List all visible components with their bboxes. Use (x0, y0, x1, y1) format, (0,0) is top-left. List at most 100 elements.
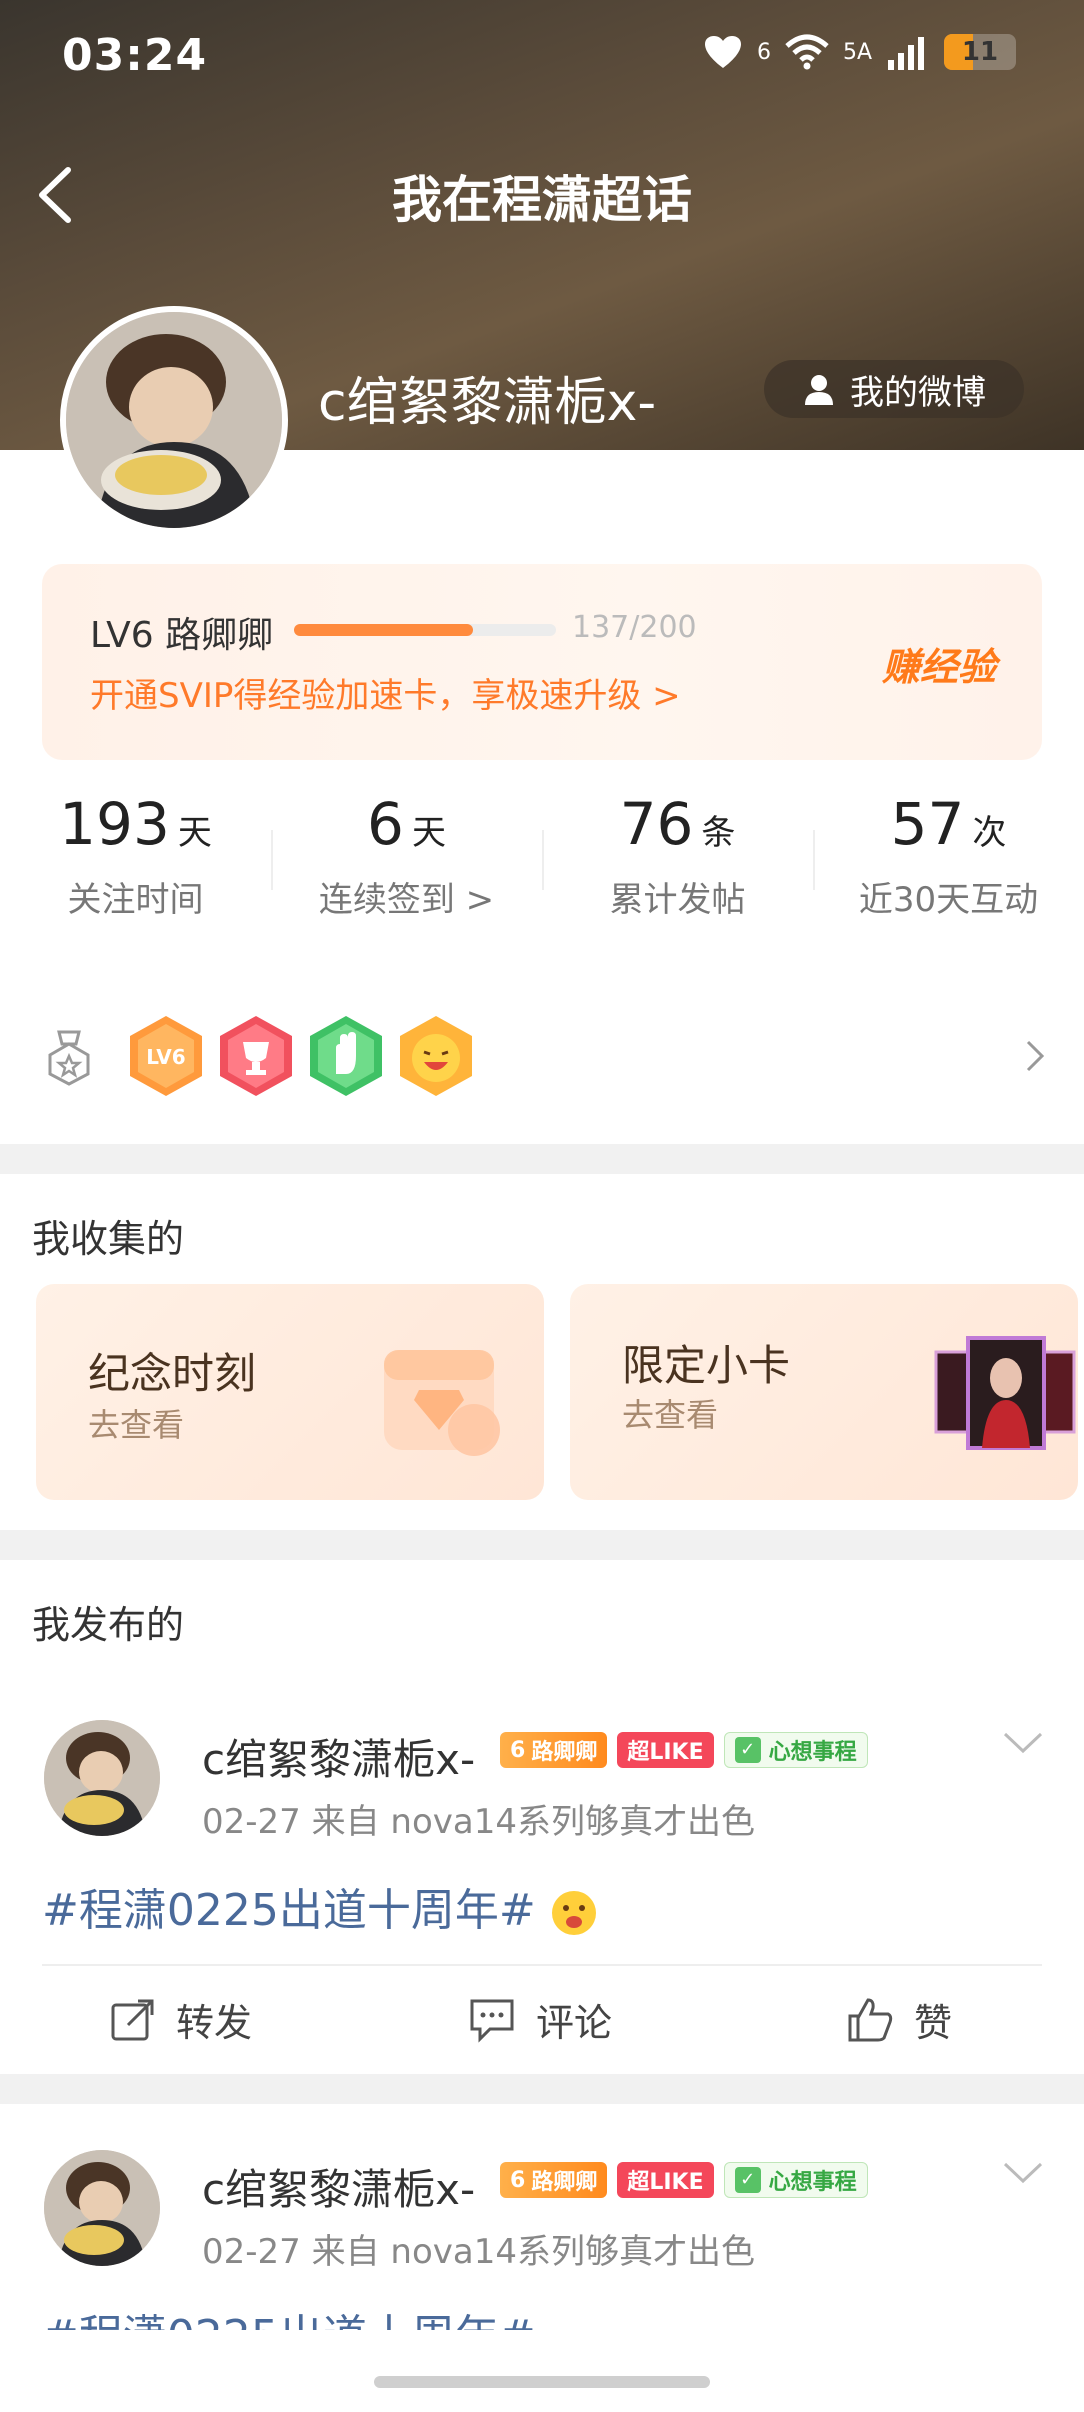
stat-value: 76 (619, 790, 694, 858)
level-badge: 6 路卿卿 (500, 2162, 608, 2198)
level-name: LV6 路卿卿 (90, 615, 274, 656)
post-divider (42, 1964, 1042, 1966)
signal-icon (888, 37, 924, 70)
post-menu-chevron-down-icon[interactable] (1002, 1730, 1044, 1756)
wifi-icon (785, 34, 829, 70)
level-badge-number: 6 (510, 2167, 526, 2193)
collection-card-title: 限定小卡 (622, 1341, 791, 1390)
stat-value: 57 (890, 790, 965, 858)
comment-icon (470, 1999, 514, 2043)
stat-label: 关注时间 (67, 880, 204, 920)
stat-unit: 条 (701, 813, 736, 853)
collections-title: 我收集的 (32, 1217, 185, 1261)
comment-button[interactable]: 评论 (468, 1992, 612, 2047)
page-title: 我在程潇超话 (392, 171, 692, 229)
stat-follow-days: 193 天 关注时间 (0, 790, 271, 940)
collection-card-moments[interactable]: 纪念时刻 去查看 (36, 1284, 544, 1500)
wish-badge: ✓ 心想事程 (723, 2162, 868, 2198)
section-divider (0, 2074, 1084, 2104)
super-like-badge: 超LIKE (617, 2162, 714, 2198)
svg-text:LV6: LV6 (146, 1045, 185, 1069)
profile-username: c绾絮黎潇栀x- (318, 373, 657, 433)
collection-card-title: 纪念时刻 (88, 1349, 257, 1398)
check-icon: ✓ (734, 1737, 761, 1763)
stat-unit: 天 (411, 813, 446, 853)
post-author-badges: 6 路卿卿 超LIKE ✓ 心想事程 (500, 2162, 868, 2198)
stat-checkin-days[interactable]: 6天 连续签到 > (271, 790, 542, 940)
level-badge-text: 路卿卿 (531, 1740, 598, 1765)
post-avatar[interactable] (44, 1720, 160, 1836)
status-bar: 03:24 6 5A 11 (0, 0, 1084, 110)
svip-promo-link[interactable]: 开通SVIP得经验加速卡，享极速升级 > (90, 668, 681, 717)
post-author-badges: 6 路卿卿 超LIKE ✓ 心想事程 (500, 1732, 868, 1768)
post-content[interactable]: #程潇0225出道十周年# (42, 1874, 598, 1938)
like-label: 赞 (914, 2001, 953, 2045)
trophy-badge-icon[interactable] (216, 1014, 296, 1098)
stat-interactions: 57 次 近30天互动 (813, 790, 1084, 940)
badges-chevron-right-icon[interactable] (1024, 1038, 1048, 1074)
level-progress-bar (294, 624, 556, 636)
post-meta: 02-27 来自 nova14系列够真才出色 (202, 1802, 755, 1842)
post-hashtag[interactable]: #程潇0225出道十周年# (42, 2311, 536, 2330)
posts-section-title: 我发布的 (32, 1603, 185, 1647)
section-divider (0, 1144, 1084, 1174)
stats-row: 193 天 关注时间 6天 连续签到 > 76 条 累计发帖 57 次 近30天互动 (0, 790, 1084, 940)
user-icon (805, 375, 833, 405)
badges-row[interactable]: LV6 (0, 1000, 1084, 1110)
my-weibo-label: 我的微博 (850, 372, 986, 413)
repost-icon (111, 1999, 154, 2040)
level-progress-fill (294, 624, 474, 636)
stat-label: 累计发帖 (609, 880, 746, 920)
medal-icon (48, 1030, 90, 1086)
stat-unit: 次 (972, 813, 1007, 853)
wish-badge: ✓ 心想事程 (723, 1732, 868, 1768)
signal-label: 5A (842, 39, 872, 65)
wish-badge-text: 心想事程 (768, 2170, 857, 2195)
collection-card-link: 去查看 (622, 1396, 719, 1434)
like-button[interactable]: 赞 (846, 1992, 952, 2047)
level-card[interactable]: LV6 路卿卿 137/200 开通SVIP得经验加速卡，享极速升级 > 赚经验 (42, 564, 1042, 760)
battery-icon: 11 (944, 34, 1016, 70)
laugh-badge-icon[interactable] (396, 1014, 476, 1098)
earn-exp-button[interactable]: 赚经验 (882, 636, 996, 691)
heart-icon (704, 36, 741, 68)
stat-unit: 天 (177, 813, 212, 853)
post-content[interactable]: #程潇0225出道十周年# (42, 2300, 536, 2330)
lv6-badge-icon[interactable]: LV6 (126, 1014, 206, 1098)
post-meta: 02-27 来自 nova14系列够真才出色 (202, 2232, 755, 2272)
calendar-gift-icon (384, 1350, 500, 1456)
level-badge: 6 路卿卿 (500, 1732, 608, 1768)
stat-value: 193 (59, 790, 170, 858)
photo-cards-icon (934, 1336, 1076, 1450)
level-progress-text: 137/200 (572, 610, 697, 645)
level-badge-number: 6 (510, 1737, 526, 1763)
post-avatar[interactable] (44, 2150, 160, 2266)
stat-total-posts: 76 条 累计发帖 (542, 790, 813, 940)
repost-button[interactable]: 转发 (110, 1992, 252, 2047)
profile-avatar[interactable] (60, 306, 288, 534)
stat-label: 近30天互动 (858, 880, 1039, 920)
my-weibo-button[interactable]: 我的微博 (764, 360, 1024, 418)
post-menu-chevron-down-icon[interactable] (1002, 2160, 1044, 2186)
stat-value: 6 (367, 790, 404, 858)
stat-label: 连续签到 > (318, 880, 495, 920)
hand-badge-icon[interactable] (306, 1014, 386, 1098)
repost-label: 转发 (176, 2001, 253, 2045)
home-indicator[interactable] (374, 2376, 710, 2388)
battery-level: 11 (961, 37, 999, 67)
status-time: 03:24 (62, 30, 208, 81)
status-icons: 6 5A 11 (703, 34, 1016, 70)
collection-card-cards[interactable]: 限定小卡 去查看 (570, 1284, 1078, 1500)
comment-label: 评论 (536, 2001, 613, 2045)
post-author-name[interactable]: c绾絮黎潇栀x- (202, 1726, 475, 1787)
wish-badge-text: 心想事程 (768, 1740, 857, 1765)
level-badge-text: 路卿卿 (531, 2170, 598, 2195)
post-hashtag[interactable]: #程潇0225出道十周年# (42, 1885, 536, 1936)
section-divider (0, 1530, 1084, 1560)
collection-card-link: 去查看 (88, 1406, 185, 1444)
check-icon: ✓ (734, 2167, 761, 2193)
super-like-badge: 超LIKE (617, 1732, 714, 1768)
thumbs-up-icon (848, 1997, 893, 2041)
post-author-name[interactable]: c绾絮黎潇栀x- (202, 2156, 475, 2217)
emoji-icon (551, 1891, 596, 1935)
